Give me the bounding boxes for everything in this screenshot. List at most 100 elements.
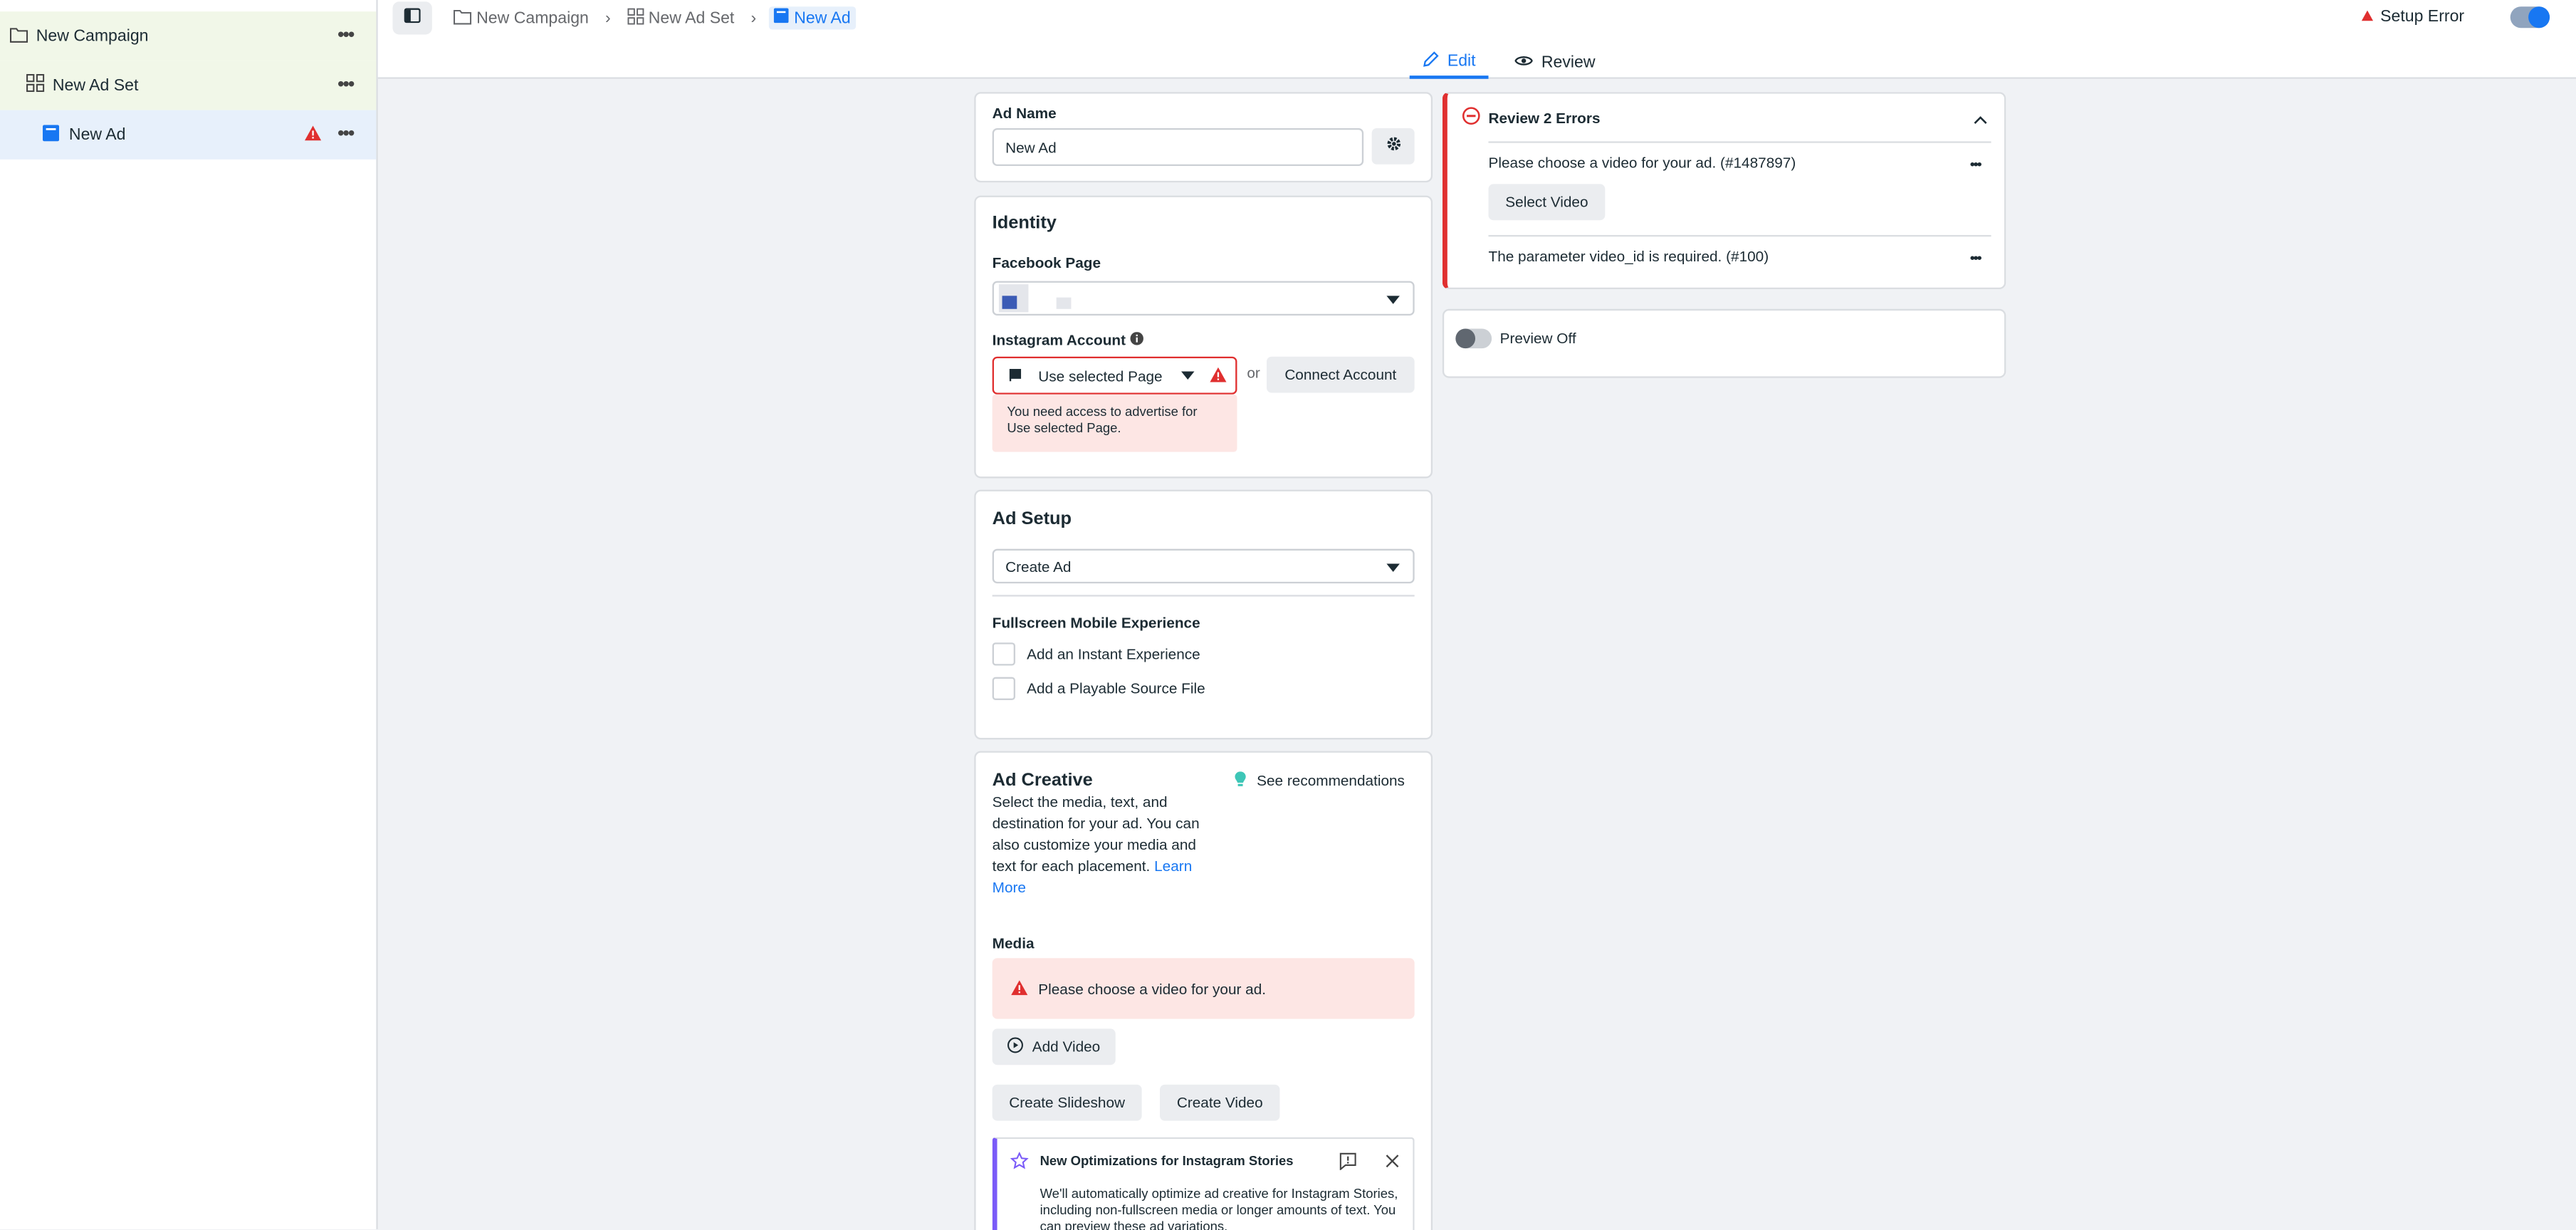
- or-text: or: [1247, 365, 1260, 382]
- instagram-account-select[interactable]: Use selected Page: [992, 356, 1237, 395]
- breadcrumb-adset[interactable]: New Ad Set: [624, 7, 738, 28]
- chevron-down-icon: [1386, 296, 1400, 304]
- warning-icon: [2360, 9, 2373, 26]
- preview-label: Preview Off: [1499, 330, 1576, 347]
- breadcrumb-ad[interactable]: New Ad: [769, 6, 856, 30]
- toggle-knob: [1455, 328, 1476, 349]
- instant-experience-label: Add an Instant Experience: [1027, 645, 1200, 662]
- feedback-icon[interactable]: [1339, 1152, 1357, 1174]
- page-avatar: [998, 284, 1029, 313]
- warning-icon: [304, 125, 322, 146]
- breadcrumb-label: New Campaign: [476, 9, 589, 28]
- media-error-banner: Please choose a video for your ad.: [992, 958, 1415, 1019]
- star-icon: [1010, 1151, 1029, 1174]
- warning-icon: [1010, 979, 1028, 999]
- connect-account-button[interactable]: Connect Account: [1267, 356, 1415, 393]
- review-errors-card: Review 2 Errors Please choose a video fo…: [1442, 92, 2006, 290]
- sidebar-toggle-icon: [404, 8, 421, 28]
- ad-name-card: Ad Name New Ad: [974, 92, 1433, 183]
- tree-item-label: New Ad: [68, 125, 126, 144]
- ad-square-icon: [774, 8, 790, 28]
- chevron-up-icon[interactable]: [1973, 112, 1988, 130]
- instagram-account-value: Use selected Page: [1038, 367, 1163, 384]
- tab-label: Review: [1541, 53, 1596, 72]
- publish-toggle[interactable]: [2510, 6, 2550, 28]
- facebook-page-label: Facebook Page: [992, 254, 1101, 271]
- play-icon: [1007, 1037, 1024, 1057]
- more-icon[interactable]: •••: [1970, 250, 1982, 266]
- ad-creative-description: Select the media, text, and destination …: [992, 793, 1200, 896]
- page-name-placeholder: [1056, 296, 1072, 308]
- identity-title: Identity: [992, 213, 1057, 234]
- flag-icon: [1009, 368, 1022, 384]
- review-error-1: Please choose a video for your ad. (#148…: [1488, 154, 1796, 171]
- tree-item-label: New Campaign: [36, 27, 149, 46]
- bulb-icon: [1234, 771, 1247, 791]
- create-slideshow-button[interactable]: Create Slideshow: [992, 1084, 1142, 1121]
- fullscreen-label: Fullscreen Mobile Experience: [992, 614, 1200, 632]
- setup-error-label: Setup Error: [2380, 8, 2465, 26]
- divider: [1488, 234, 1991, 237]
- preview-toggle[interactable]: [1455, 328, 1492, 349]
- tree-item-label: New Ad Set: [52, 76, 139, 95]
- create-video-button[interactable]: Create Video: [1160, 1084, 1280, 1121]
- review-error-2: The parameter video_id is required. (#10…: [1488, 248, 1769, 265]
- notice-body: We'll automatically optimize ad creative…: [1040, 1186, 1398, 1230]
- more-icon[interactable]: •••: [337, 25, 355, 45]
- eye-icon: [1514, 53, 1534, 71]
- see-recommendations-link[interactable]: See recommendations: [1234, 771, 1405, 791]
- instagram-stories-notice: New Optimizations for Instagram Stories …: [992, 1137, 1415, 1230]
- tree-item-ad[interactable]: New Ad •••: [0, 110, 377, 160]
- notice-title: New Optimizations for Instagram Stories: [1040, 1153, 1294, 1169]
- ad-creative-title: Ad Creative: [992, 771, 1093, 791]
- more-icon[interactable]: •••: [337, 74, 355, 94]
- ad-creative-card: Ad Creative See recommendations Select t…: [974, 751, 1433, 1230]
- tab-review[interactable]: Review: [1502, 46, 1609, 79]
- playable-source-checkbox[interactable]: [992, 677, 1015, 700]
- ad-setup-title: Ad Setup: [992, 509, 1072, 529]
- playable-source-label: Add a Playable Source File: [1027, 680, 1205, 697]
- instagram-error-message: You need access to advertise for Use sel…: [992, 394, 1237, 452]
- facebook-page-select[interactable]: [992, 281, 1415, 316]
- sidebar-toggle-button[interactable]: [392, 1, 432, 35]
- adset-grid-icon: [26, 73, 45, 97]
- tab-edit[interactable]: Edit: [1409, 46, 1489, 79]
- add-video-button[interactable]: Add Video: [992, 1028, 1116, 1065]
- more-icon[interactable]: •••: [337, 123, 355, 143]
- select-video-button[interactable]: Select Video: [1488, 184, 1606, 221]
- more-icon[interactable]: •••: [1970, 156, 1982, 172]
- close-icon[interactable]: [1385, 1154, 1400, 1174]
- breadcrumb-label: New Ad: [794, 9, 851, 28]
- breadcrumb: New Campaign › New Ad Set › New Ad: [450, 6, 856, 30]
- error-circle-icon: [1462, 107, 1480, 130]
- ad-name-input[interactable]: New Ad: [992, 127, 1364, 167]
- ad-setup-card: Ad Setup Create Ad Fullscreen Mobile Exp…: [974, 489, 1433, 740]
- breadcrumb-label: New Ad Set: [648, 9, 735, 28]
- media-label: Media: [992, 934, 1035, 952]
- tree-item-adset[interactable]: New Ad Set •••: [0, 61, 377, 110]
- identity-card: Identity Facebook Page Instagram Account…: [974, 195, 1433, 479]
- info-icon: [1130, 332, 1144, 348]
- folder-icon: [453, 7, 472, 28]
- breadcrumb-campaign[interactable]: New Campaign: [450, 7, 592, 28]
- preview-card: Preview Off: [1442, 308, 2006, 378]
- chevron-right-icon: ›: [750, 9, 757, 28]
- tab-label: Edit: [1447, 51, 1476, 71]
- ad-setup-select[interactable]: Create Ad: [992, 548, 1415, 584]
- instant-experience-checkbox[interactable]: [992, 642, 1015, 666]
- adset-grid-icon: [627, 7, 644, 28]
- chevron-down-icon: [1386, 563, 1400, 572]
- review-errors-title: Review 2 Errors: [1488, 110, 1601, 127]
- gear-icon: [1384, 135, 1402, 157]
- chevron-down-icon: [1181, 371, 1195, 380]
- ad-square-icon: [42, 124, 60, 145]
- campaign-tree-sidebar: New Campaign ••• New Ad Set ••• New Ad •…: [0, 0, 378, 1229]
- tree-item-campaign[interactable]: New Campaign •••: [0, 11, 377, 61]
- ad-name-label: Ad Name: [992, 105, 1057, 122]
- ad-name-settings-button[interactable]: [1371, 127, 1415, 165]
- chevron-right-icon: ›: [604, 9, 611, 28]
- setup-error-status: Setup Error: [2360, 9, 2464, 26]
- instagram-account-label: Instagram Account: [993, 332, 1144, 348]
- pencil-icon: [1423, 50, 1439, 71]
- folder-icon: [9, 26, 28, 47]
